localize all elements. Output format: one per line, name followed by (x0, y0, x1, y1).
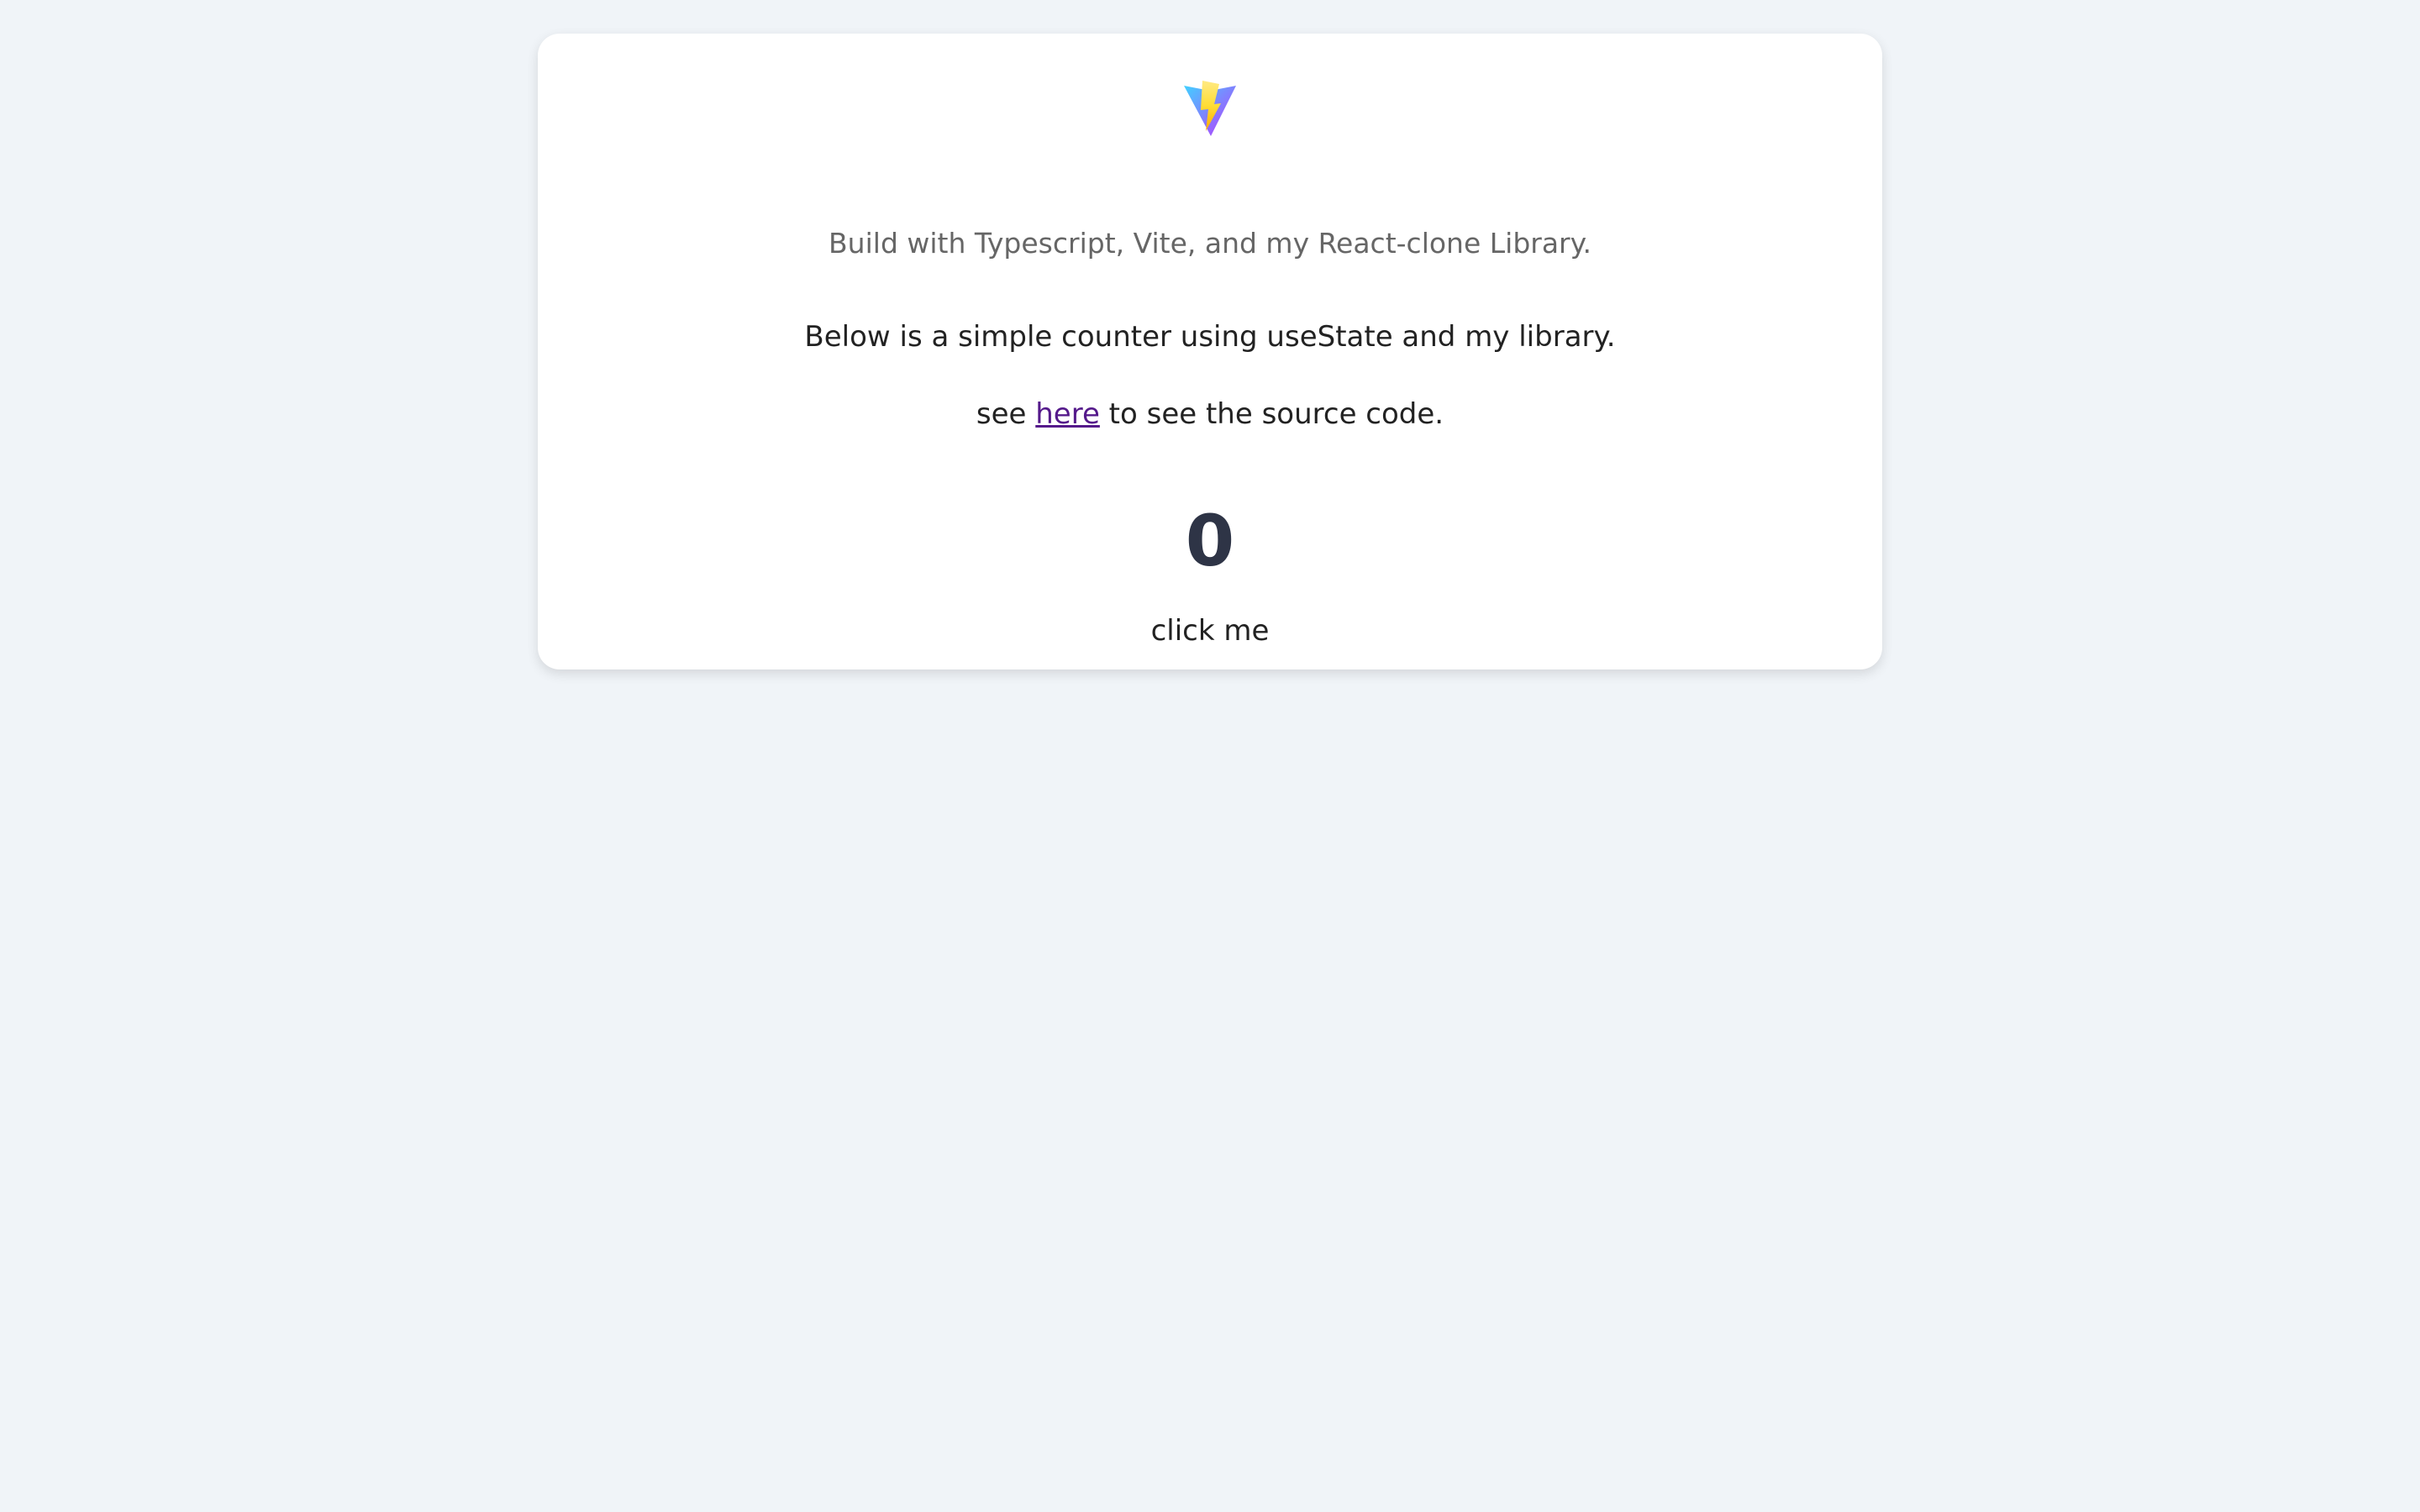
source-suffix: to see the source code. (1099, 397, 1444, 431)
subtitle: Build with Typescript, Vite, and my Reac… (829, 227, 1591, 260)
vite-logo-icon (1182, 81, 1238, 173)
source-prefix: see (976, 397, 1036, 431)
source-code-link[interactable]: here (1035, 397, 1100, 431)
description: Below is a simple counter using useState… (804, 320, 1616, 354)
click-me-button[interactable]: click me (1144, 610, 1276, 652)
counter-value: 0 (1185, 500, 1235, 582)
main-card: Build with Typescript, Vite, and my Reac… (538, 34, 1882, 669)
source-code-line: see here to see the source code. (538, 393, 1882, 435)
